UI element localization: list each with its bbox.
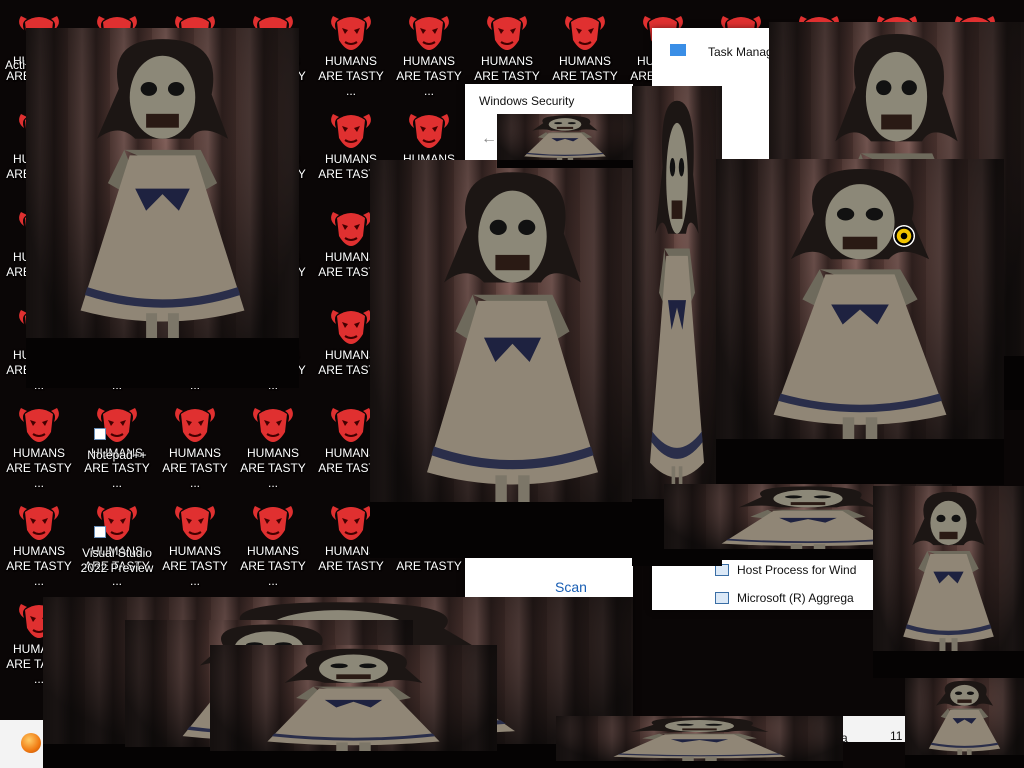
red-demon-skull-icon [331,506,371,540]
desktop-icon-humans-are-tasty[interactable]: HUMANS ARE TASTY ... [156,396,234,490]
desktop-icon-notepad-plus-plus[interactable]: Notepad++ [78,396,156,486]
red-demon-skull-icon [253,408,293,442]
red-demon-skull-icon [487,16,527,50]
windows-security-title: Windows Security [479,94,575,108]
doll-figure [427,172,598,519]
shortcut-arrow-icon [94,428,106,440]
clock: 11 [890,729,903,743]
process-icon [715,592,729,604]
desktop-icon-humans-are-tasty[interactable]: HUMANS ARE TASTY ... [468,4,546,98]
desktop-icon-label: HUMANS ARE TASTY ... [6,544,72,588]
process-row-aggregator[interactable]: Microsoft (R) Aggrega [715,591,854,605]
desktop-icon-humans-are-tasty[interactable]: HUMANS ARE TASTY ... [390,4,468,98]
red-demon-skull-icon [253,506,293,540]
desktop-icon-humans-are-tasty[interactable]: HUMANS ARE TASTY ... [234,396,312,490]
desktop-icon-label: HUMANS ARE TASTY ... [318,54,384,98]
desktop-icon-label: HUMANS ARE TASTY ... [6,446,72,490]
red-demon-skull-icon [331,408,371,442]
doll-figure [80,39,245,352]
doll-popup-image [905,678,1024,768]
red-demon-skull-icon [565,16,605,50]
desktop-icon-label: HUMANS ARE TASTY ... [240,446,306,490]
desktop-icon-label: HUMANS ARE TASTY ... [162,446,228,490]
red-demon-skull-icon [331,16,371,50]
doll-figure [928,680,1001,759]
desktop-icon-label: HUMANS ARE TASTY ... [396,54,462,98]
desktop-icon-humans-are-tasty[interactable]: HUMANS ARE TASTY ... [156,494,234,588]
red-demon-skull-icon [409,16,449,50]
red-demon-skull-icon [175,408,215,442]
red-demon-skull-icon [331,310,371,344]
task-manager-title: Task Manag [708,45,773,59]
doll-popup-image [716,159,1004,485]
doll-figure [773,169,947,453]
desktop-icon-visual-studio[interactable]: Visual Studio 2022 Preview [78,494,156,584]
red-demon-skull-icon [19,506,59,540]
process-row-host[interactable]: Host Process for Wind [715,563,856,577]
taskbar-app-icon[interactable] [21,733,41,753]
desktop-icon-humans-are-tasty[interactable]: HUMANS ARE TASTY ... [312,4,390,98]
desktop-icon-humans-are-tasty[interactable]: HUMANS ARE TASTY ... [546,4,624,98]
doll-figure [903,491,994,659]
doll-popup-image [370,160,655,558]
cursor-target-icon [893,225,915,247]
red-demon-skull-icon [409,114,449,148]
doll-popup-image [26,28,299,388]
desktop-icon-label: HUMANS ARE TASTY ... [240,544,306,588]
desktop-icon-humans-are-tasty[interactable]: HUMANS ARE TASTY ... [0,494,78,588]
doll-figure [267,648,440,756]
doll-figure [613,717,786,763]
red-demon-skull-icon [19,408,59,442]
desktop-icon-label: Visual Studio 2022 Preview [80,546,154,575]
back-arrow-icon[interactable]: ← [481,130,497,148]
desktop-icon-label: HUMANS ARE TASTY ... [162,544,228,588]
doll-popup-image [210,645,497,768]
doll-figure [524,115,606,163]
task-manager-icon [670,44,686,56]
desktop-icon-humans-are-tasty[interactable]: HUMANS ARE TASTY ... [234,494,312,588]
desktop-icon-label: Notepad++ [87,448,147,462]
red-demon-skull-icon [331,114,371,148]
red-demon-skull-icon [331,212,371,246]
red-demon-skull-icon [175,506,215,540]
desktop-icon-humans-are-tasty[interactable]: HUMANS ARE TASTY ... [0,396,78,490]
doll-popup-image [556,716,843,768]
shortcut-arrow-icon [94,526,106,538]
doll-popup-image [497,114,633,168]
doll-popup-image [873,486,1024,678]
